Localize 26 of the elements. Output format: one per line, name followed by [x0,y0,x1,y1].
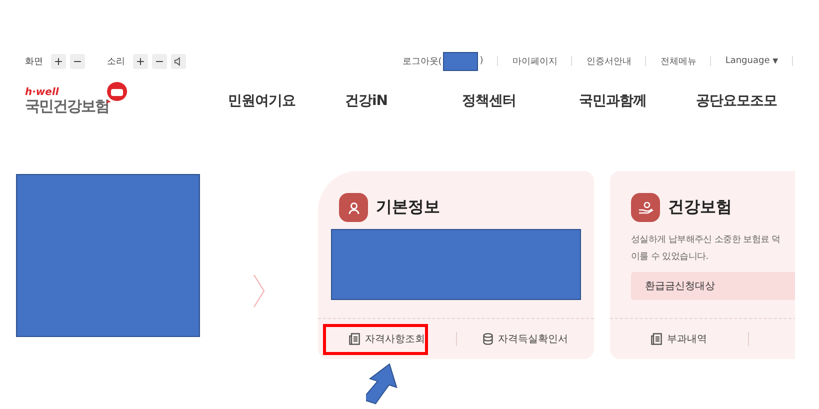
top-link[interactable]: 전체메뉴 [660,54,696,68]
nav-item[interactable]: 국민과함께 [579,92,696,110]
card-link[interactable]: 부과내역 [650,332,707,346]
nav-item[interactable]: 정책센터 [462,92,579,110]
nav-item[interactable]: 민원여기요 [228,92,345,110]
card-link[interactable]: 자격득실확인서 [482,332,568,346]
closing-parenthesis: ) [480,56,484,66]
card-description: 성실하게 납부해주신 소중한 보험료 덕 이룰 수 있었습니다. [631,234,782,264]
card-link[interactable]: 자격사항조회 [348,332,425,346]
zoom-button[interactable]: + [51,54,66,68]
zoom-button[interactable]: − [70,54,85,68]
nav-item[interactable]: 공단요모조모 [696,92,813,110]
status-bar[interactable]: 환급금신청대상 [631,272,795,300]
logo-name: 국민건강보험 [25,98,109,115]
sound-label: 소리 [107,56,125,68]
volume-button[interactable]: − [152,54,167,68]
nav-item[interactable]: 건강iN [345,92,462,110]
logout-link[interactable]: 로그아웃( [402,54,442,68]
card-title: 건강보험 [668,197,732,218]
top-link[interactable]: 인증서안내 [586,54,632,68]
top-link[interactable]: 마이페이지 [512,54,558,68]
logo-tagline: h·well [25,87,60,98]
status-label: 환급금신청대상 [645,280,715,293]
screen-size-label: 화면 [25,56,43,68]
volume-button[interactable]: + [133,54,148,68]
card-title: 기본정보 [376,197,440,218]
